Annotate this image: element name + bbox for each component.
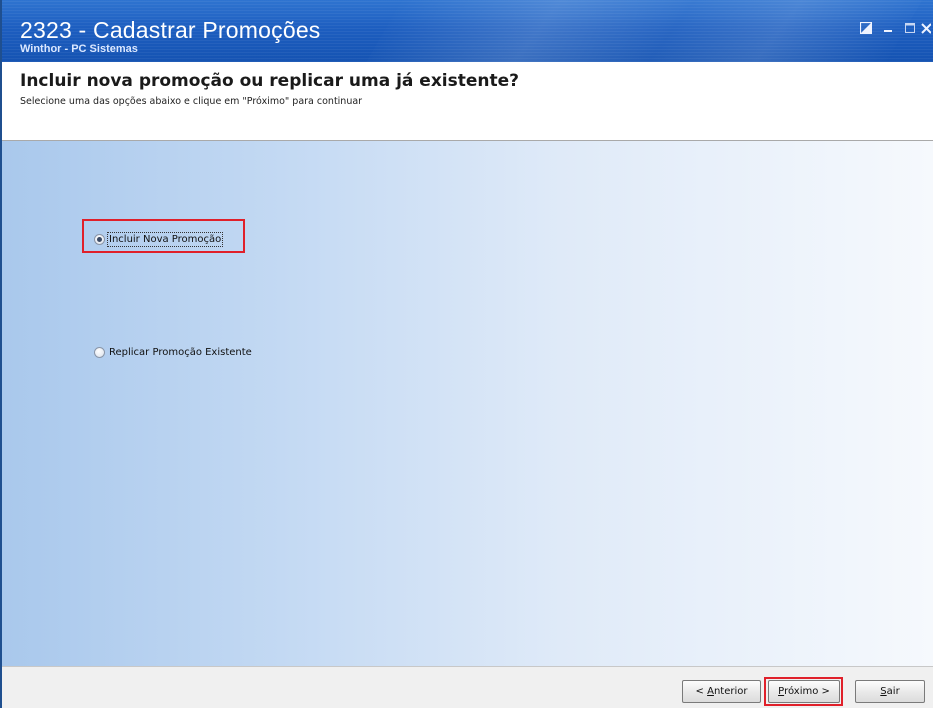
page-title: Incluir nova promoção ou replicar uma já… (20, 71, 520, 91)
back-button[interactable]: < Anterior (682, 680, 761, 703)
next-button[interactable]: Próximo > (768, 680, 840, 703)
option-include-new[interactable]: Incluir Nova Promoção (94, 232, 224, 247)
window-subtitle: Winthor - PC Sistemas (20, 43, 138, 55)
option-replicate[interactable]: Replicar Promoção Existente (94, 347, 252, 358)
wizard-footer: < Anterior Próximo > Sair (2, 666, 933, 708)
back-button-prefix: < (695, 686, 708, 697)
exit-button-rest: air (886, 686, 900, 697)
app-window: 2323 - Cadastrar Promoções Winthor - PC … (0, 0, 933, 708)
wizard-content: Incluir Nova Promoção Replicar Promoção … (2, 141, 933, 666)
option-replicate-label: Replicar Promoção Existente (109, 347, 252, 358)
minimize-icon[interactable] (877, 20, 899, 36)
title-bar-sheen (356, 0, 928, 62)
page-instruction: Selecione uma das opções abaixo e clique… (20, 96, 363, 107)
exit-button[interactable]: Sair (855, 680, 925, 703)
radio-replicate[interactable] (94, 347, 105, 358)
window-controls (855, 20, 933, 36)
option-include-new-label: Incluir Nova Promoção (106, 232, 224, 247)
radio-include-new[interactable] (94, 234, 105, 245)
close-icon[interactable] (921, 20, 933, 36)
restore-icon[interactable] (855, 20, 877, 36)
window-title: 2323 - Cadastrar Promoções (20, 17, 321, 43)
back-button-rest: nterior (713, 686, 748, 697)
next-button-rest: róximo > (784, 686, 830, 697)
maximize-icon[interactable] (899, 20, 921, 36)
title-bar[interactable]: 2323 - Cadastrar Promoções Winthor - PC … (2, 0, 933, 62)
back-button-mnemonic: A (707, 686, 714, 697)
wizard-header: Incluir nova promoção ou replicar uma já… (2, 62, 933, 141)
